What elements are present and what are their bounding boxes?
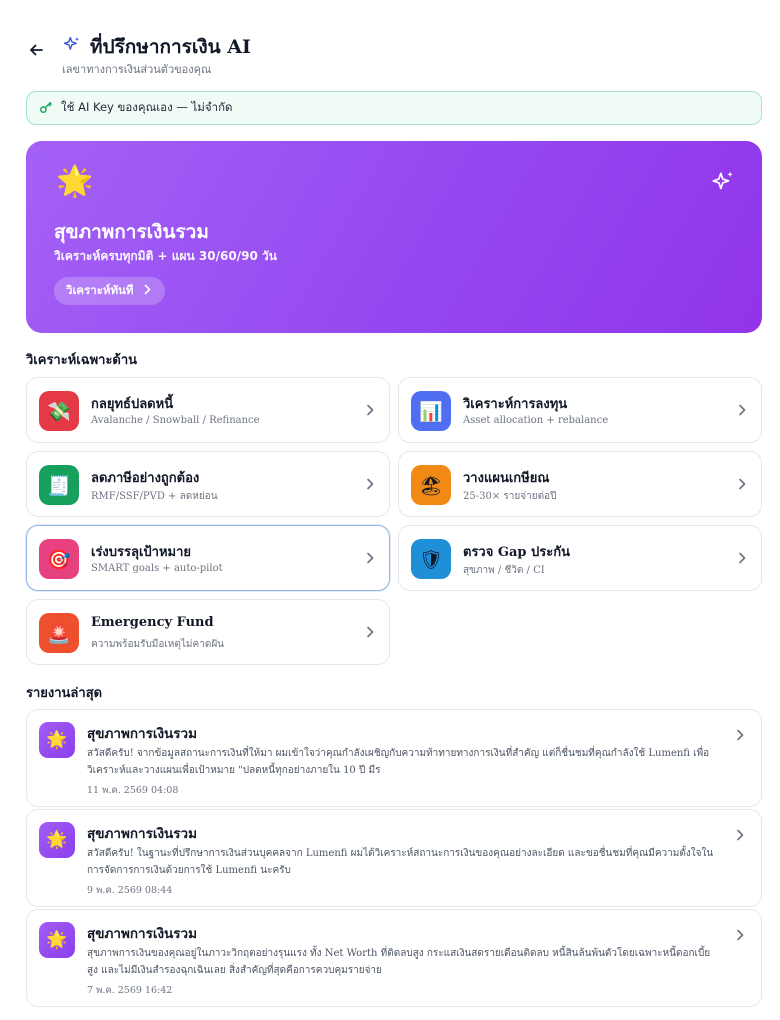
insurance-gap-card[interactable]: 🛡 ตรวจ Gap ประกันสุขภาพ / ชีวิต / CI — [398, 525, 762, 591]
tool-description: ความพร้อมรับมือเหตุไม่คาดฝัน — [91, 639, 225, 650]
tool-description: สุขภาพ / ชีวิต / CI — [463, 565, 545, 576]
chevron-right-icon — [367, 404, 374, 416]
tool-name: วางแผนเกษียณ — [463, 471, 550, 486]
investment-analysis-card[interactable]: 📊 วิเคราะห์การลงทุน Asset allocation + reb… — [398, 377, 762, 443]
tax-saving-card[interactable]: 🧾 ลดภาษีอย่างถูกต้อง RMF/SSF/PVD + ลดหย่อน — [26, 451, 390, 517]
bar-chart-icon: 📊 — [411, 391, 451, 431]
chevron-right-icon — [737, 929, 744, 941]
tool-name: วิเคราะห์การลงทุน — [463, 397, 568, 412]
chevron-right-icon — [367, 552, 374, 564]
tool-description: 25-30× รายจ่ายต่อปี — [463, 491, 557, 502]
report-date: 11 พ.ค. 2569 04:08 — [87, 785, 179, 796]
sparkles-icon — [710, 169, 736, 199]
money-wings-icon: 💸 — [39, 391, 79, 431]
report-title: สุขภาพการเงินรวม — [87, 926, 198, 942]
sparkles-icon — [62, 35, 82, 59]
analyze-now-button[interactable]: วิเคราะห์ทันที — [54, 277, 165, 305]
tool-description: RMF/SSF/PVD + ลดหย่อน — [91, 491, 218, 502]
chevron-right-icon — [737, 829, 744, 841]
report-excerpt: สวัสดีครับ! ในฐานะที่ปรึกษาการเงินส่วนบุ… — [87, 848, 714, 876]
shield-icon: 🛡 — [411, 539, 451, 579]
emergency-fund-card[interactable]: 🚨 Emergency Fund ความพร้อมรับมือเหตุไม่คาด… — [26, 599, 390, 665]
key-icon — [39, 100, 53, 117]
chevron-right-icon — [739, 478, 746, 490]
hero-title: สุขภาพการเงินรวม — [54, 221, 209, 243]
chevron-right-icon — [739, 404, 746, 416]
report-date: 9 พ.ค. 2569 08:44 — [87, 885, 173, 896]
report-date: 7 พ.ค. 2569 16:42 — [87, 985, 173, 996]
tool-name: กลยุทธ์ปลดหนี้ — [91, 397, 174, 412]
target-icon: 🎯 — [39, 539, 79, 579]
page-header: ที่ปรึกษาการเงิน AI เลขาทางการเงินส่วนตั… — [26, 28, 756, 78]
report-card[interactable]: 🌟 สุขภาพการเงินรวมสวัสดีครับ! ในฐานะที่ปร… — [26, 809, 762, 907]
beach-umbrella-icon: 🏖 — [411, 465, 451, 505]
tool-name: ตรวจ Gap ประกัน — [463, 545, 570, 560]
tool-name: เร่งบรรลุเป้าหมาย — [91, 545, 192, 560]
tool-description: SMART goals + auto-pilot — [91, 563, 223, 574]
ai-key-banner-text: ใช้ AI Key ของคุณเอง — ไม่จำกัด — [61, 100, 233, 114]
overall-health-card[interactable]: 🌟 สุขภาพการเงินรวม วิเคราะห์ครบทุกมิติ +… — [26, 141, 762, 333]
star-icon: 🌟 — [39, 822, 75, 858]
ai-key-banner[interactable]: ใช้ AI Key ของคุณเอง — ไม่จำกัด — [26, 91, 762, 125]
receipt-icon: 🧾 — [39, 465, 79, 505]
chevron-right-icon — [367, 478, 374, 490]
star-icon: 🌟 — [39, 722, 75, 758]
star-icon: 🌟 — [39, 922, 75, 958]
hero-subtitle: วิเคราะห์ครบทุกมิติ + แผน 30/60/90 วัน — [54, 249, 277, 263]
report-card[interactable]: 🌟 สุขภาพการเงินรวมสุขภาพการเงินของคุณอยู่… — [26, 909, 762, 1007]
chevron-right-icon — [144, 284, 151, 298]
tool-description: Avalanche / Snowball / Refinance — [91, 415, 260, 426]
reports-section-title: รายงานล่าสุด — [26, 686, 103, 701]
goal-accelerator-card[interactable]: 🎯 เร่งบรรลุเป้าหมาย SMART goals + auto-pil… — [26, 525, 390, 591]
tool-description: Asset allocation + rebalance — [463, 415, 609, 426]
tool-name: ลดภาษีอย่างถูกต้อง — [91, 471, 200, 486]
page-subtitle: เลขาทางการเงินส่วนตัวของคุณ — [62, 63, 212, 76]
tool-name: Emergency Fund — [91, 615, 214, 630]
debt-strategy-card[interactable]: 💸 กลยุทธ์ปลดหนี้ Avalanche / Snowball / Re… — [26, 377, 390, 443]
star-icon: 🌟 — [56, 164, 94, 199]
analyze-now-label: วิเคราะห์ทันที — [66, 283, 134, 297]
retirement-plan-card[interactable]: 🏖 วางแผนเกษียณ 25-30× รายจ่ายต่อปี — [398, 451, 762, 517]
siren-icon: 🚨 — [39, 613, 79, 653]
report-title: สุขภาพการเงินรวม — [87, 726, 198, 742]
chevron-right-icon — [737, 729, 744, 741]
report-excerpt: สุขภาพการเงินของคุณอยู่ในภาวะวิกฤตอย่างร… — [87, 948, 711, 976]
report-title: สุขภาพการเงินรวม — [87, 826, 198, 842]
report-card[interactable]: 🌟 สุขภาพการเงินรวมสวัสดีครับ! จากข้อมูลสถ… — [26, 709, 762, 807]
chevron-right-icon — [367, 626, 374, 638]
tools-section-title: วิเคราะห์เฉพาะด้าน — [26, 353, 138, 368]
chevron-right-icon — [739, 552, 746, 564]
page-title: ที่ปรึกษาการเงิน AI — [90, 36, 251, 58]
arrow-left-icon[interactable] — [26, 40, 46, 60]
report-excerpt: สวัสดีครับ! จากข้อมูลสถานะการเงินที่ให้ม… — [87, 748, 710, 776]
